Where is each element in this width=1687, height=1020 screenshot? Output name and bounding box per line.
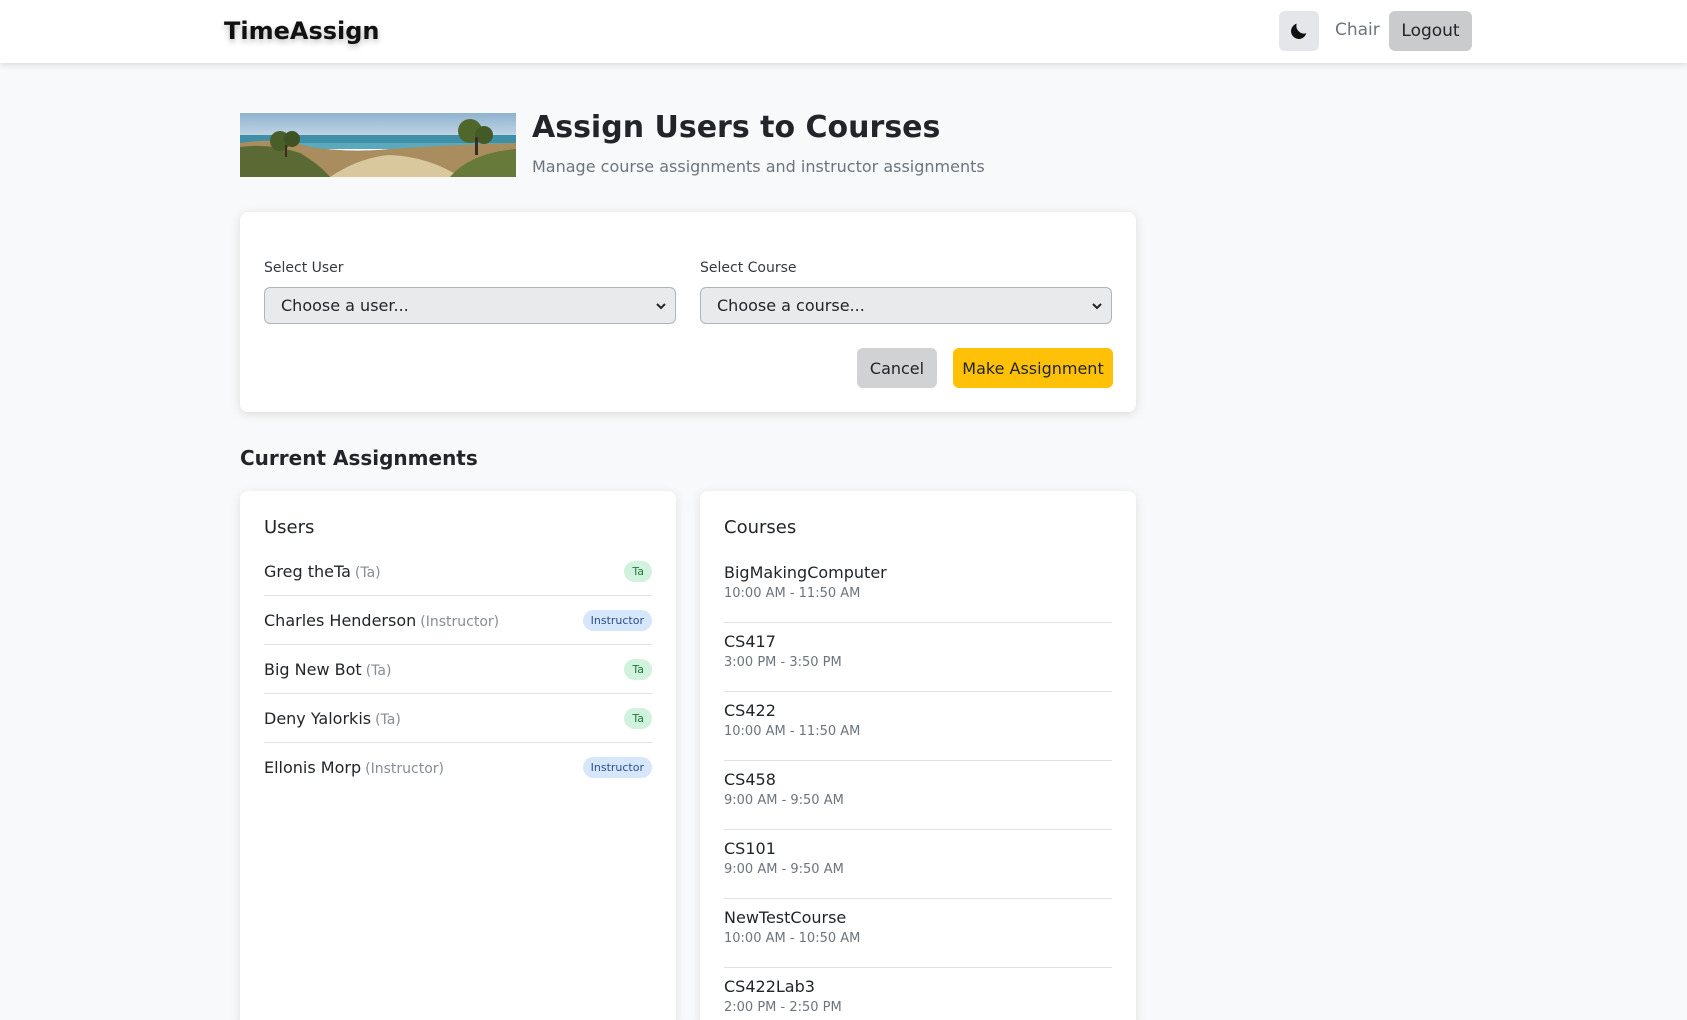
course-name: CS417 <box>724 632 776 651</box>
page-subtitle: Manage course assignments and instructor… <box>532 157 985 176</box>
assignment-form-card: Select User Choose a user... Select Cour… <box>240 212 1136 412</box>
select-user-label: Select User <box>264 260 344 276</box>
course-name: CS422 <box>724 701 776 720</box>
logout-button[interactable]: Logout <box>1389 11 1472 51</box>
cancel-button[interactable]: Cancel <box>857 348 937 388</box>
course-list-item[interactable]: BigMakingComputer 10:00 AM - 11:50 AM <box>724 554 1112 623</box>
chevron-down-icon <box>1092 302 1102 309</box>
user-name: Ellonis Morp <box>264 758 362 777</box>
header-image <box>240 113 516 177</box>
course-select-value: Choose a course... <box>717 296 865 315</box>
user-select[interactable]: Choose a user... <box>264 287 676 324</box>
user-select-value: Choose a user... <box>281 296 409 315</box>
course-list-item[interactable]: NewTestCourse 10:00 AM - 10:50 AM <box>724 899 1112 968</box>
user-list-item[interactable]: Big New Bot (Ta) Ta <box>264 645 652 694</box>
make-assignment-button[interactable]: Make Assignment <box>953 348 1113 388</box>
user-list-item[interactable]: Greg theTa (Ta) Ta <box>264 547 652 596</box>
course-name: BigMakingComputer <box>724 563 887 582</box>
role-badge: Ta <box>624 658 652 680</box>
moon-icon <box>1291 23 1307 39</box>
user-name: Big New Bot <box>264 659 362 679</box>
course-time: 10:00 AM - 10:50 AM <box>724 931 861 946</box>
course-time: 9:00 AM - 9:50 AM <box>724 793 844 808</box>
brand-logo[interactable]: TimeAssign <box>224 17 380 45</box>
course-list-item[interactable]: CS422 10:00 AM - 11:50 AM <box>724 692 1112 761</box>
course-list-item[interactable]: CS422Lab3 2:00 PM - 2:50 PM <box>724 968 1112 1020</box>
role-badge: Instructor <box>582 757 652 778</box>
course-name: NewTestCourse <box>724 908 847 927</box>
current-assignments-title: Current Assignments <box>240 446 478 470</box>
users-title: Users <box>264 517 315 538</box>
course-time: 10:00 AM - 11:50 AM <box>724 586 861 601</box>
user-role: (Instructor) <box>365 761 444 777</box>
course-list-item[interactable]: CS417 3:00 PM - 3:50 PM <box>724 623 1112 692</box>
course-name: CS101 <box>724 839 776 858</box>
user-name: Deny Yalorkis <box>264 708 372 728</box>
course-time: 10:00 AM - 11:50 AM <box>724 724 861 739</box>
user-role-label: Chair <box>1335 20 1380 40</box>
course-name: CS422Lab3 <box>724 977 815 996</box>
course-list-item[interactable]: CS458 9:00 AM - 9:50 AM <box>724 761 1112 830</box>
course-name: CS458 <box>724 770 776 789</box>
user-name: Charles Henderson <box>264 610 417 630</box>
role-badge: Instructor <box>582 609 652 631</box>
select-course-label: Select Course <box>700 260 797 276</box>
user-name: Greg theTa <box>264 561 351 581</box>
courses-title: Courses <box>724 517 797 538</box>
course-list-item[interactable]: CS101 9:00 AM - 9:50 AM <box>724 830 1112 899</box>
course-select[interactable]: Choose a course... <box>700 287 1112 324</box>
role-badge: Ta <box>624 707 652 729</box>
course-time: 9:00 AM - 9:50 AM <box>724 862 844 877</box>
user-role: (Ta) <box>375 711 401 728</box>
user-role: (Ta) <box>365 662 392 679</box>
user-list-item[interactable]: Deny Yalorkis (Ta) Ta <box>264 694 652 743</box>
user-role: (Ta) <box>354 564 381 581</box>
navbar: TimeAssign Chair Logout <box>0 0 1687 63</box>
user-role: (Instructor) <box>420 613 500 630</box>
page-title: Assign Users to Courses <box>532 110 941 145</box>
user-list-item[interactable]: Ellonis Morp (Instructor) Instructor <box>264 743 652 792</box>
theme-toggle-button[interactable] <box>1279 11 1319 51</box>
users-card: Users Greg theTa (Ta) Ta Charles Henderso… <box>240 491 676 1020</box>
courses-card: Courses BigMakingComputer 10:00 AM - 11:… <box>700 491 1136 1020</box>
chevron-down-icon <box>656 302 666 309</box>
user-list-item[interactable]: Charles Henderson (Instructor) Instructor <box>264 596 652 645</box>
role-badge: Ta <box>624 560 652 582</box>
course-time: 2:00 PM - 2:50 PM <box>724 1000 842 1015</box>
course-time: 3:00 PM - 3:50 PM <box>724 655 842 670</box>
